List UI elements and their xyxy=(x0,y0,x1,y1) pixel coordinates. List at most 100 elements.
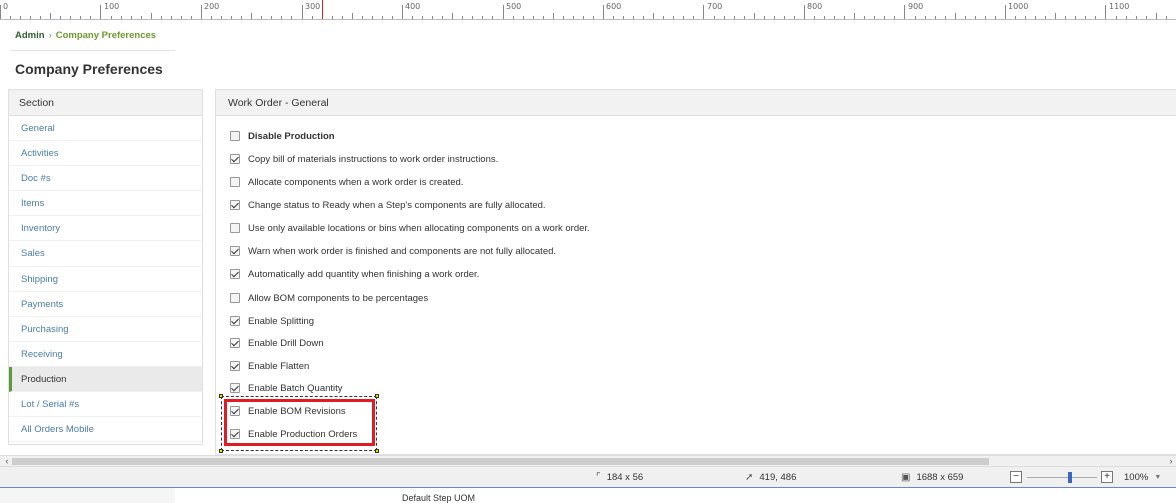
ruler-tick xyxy=(683,16,684,19)
ruler-tick xyxy=(462,16,463,19)
breadcrumb-home-link[interactable]: Admin xyxy=(15,30,45,41)
ruler-cursor-marker xyxy=(322,0,323,19)
ruler-tick xyxy=(1065,16,1066,19)
sidebar-header: Section xyxy=(9,90,202,116)
sidebar-item-production[interactable]: Production xyxy=(9,366,202,393)
ruler-tick xyxy=(362,16,363,19)
sidebar-item-items[interactable]: Items xyxy=(9,191,202,217)
zoom-out-button[interactable]: − xyxy=(1010,471,1022,483)
ruler-tick xyxy=(884,16,885,19)
ruler-tick xyxy=(181,16,182,19)
sidebar-item-inventory[interactable]: Inventory xyxy=(9,216,202,242)
option-row[interactable]: Change status to Ready when a Step's com… xyxy=(230,197,546,213)
option-row[interactable]: Enable Batch Quantity xyxy=(230,380,343,396)
ruler-tick xyxy=(894,16,895,19)
sidebar-item-activities[interactable]: Activities xyxy=(9,141,202,167)
ruler-tick xyxy=(844,16,845,19)
option-checkbox[interactable] xyxy=(230,154,240,164)
ruler-tick xyxy=(30,16,31,19)
option-row[interactable]: Allocate components when a work order is… xyxy=(230,174,463,190)
sidebar-item-sales[interactable]: Sales xyxy=(9,241,202,267)
breadcrumb: Admin › Company Preferences xyxy=(15,30,156,41)
option-checkbox[interactable] xyxy=(230,361,240,371)
option-row[interactable]: Allow BOM components to be percentages xyxy=(230,290,428,306)
ruler-tick xyxy=(904,5,905,19)
ruler-tick xyxy=(1045,16,1046,19)
option-row[interactable]: Warn when work order is finished and com… xyxy=(230,243,556,259)
sidebar-item-payments[interactable]: Payments xyxy=(9,292,202,317)
zoom-readout[interactable]: 100% ▼ xyxy=(1124,472,1161,483)
option-checkbox[interactable] xyxy=(230,293,240,303)
option-checkbox[interactable] xyxy=(230,177,240,187)
selection-size-icon: ⌜ xyxy=(596,472,601,483)
zoom-in-button[interactable]: + xyxy=(1101,471,1113,483)
resize-handle[interactable] xyxy=(219,449,223,453)
ruler-tick xyxy=(312,16,313,19)
option-label: Warn when work order is finished and com… xyxy=(248,245,557,257)
ruler-tick xyxy=(1085,16,1086,19)
ruler-tick xyxy=(703,5,704,19)
selection-size-value: 184 x 56 xyxy=(606,472,644,483)
sidebar-item-all-orders-mobile[interactable]: All Orders Mobile xyxy=(9,417,202,443)
sidebar-item-receiving[interactable]: Receiving xyxy=(9,342,202,367)
sidebar-item-purchasing[interactable]: Purchasing xyxy=(9,317,202,342)
option-checkbox[interactable] xyxy=(230,223,240,233)
option-checkbox[interactable] xyxy=(230,316,240,326)
resize-handle[interactable] xyxy=(375,394,379,398)
image-icon: ▣ xyxy=(901,472,911,483)
option-label: Use only available locations or bins whe… xyxy=(248,222,590,234)
option-checkbox[interactable] xyxy=(230,246,240,256)
ruler-tick xyxy=(663,16,664,19)
zoom-dropdown-icon[interactable]: ▼ xyxy=(1154,474,1161,481)
ruler-tick xyxy=(342,16,343,19)
breadcrumb-current[interactable]: Company Preferences xyxy=(56,30,156,41)
option-label: Enable Drill Down xyxy=(248,337,324,349)
sidebar-item-doc-s[interactable]: Doc #s xyxy=(9,166,202,192)
ruler-tick xyxy=(784,16,785,19)
option-row[interactable]: Copy bill of materials instructions to w… xyxy=(230,151,498,167)
option-row[interactable]: Automatically add quantity when finishin… xyxy=(230,266,479,282)
zoom-slider-track[interactable] xyxy=(1027,477,1097,478)
ruler-tick xyxy=(1015,16,1016,19)
ruler-tick xyxy=(764,16,765,19)
scrollbar-thumb[interactable] xyxy=(12,458,989,465)
ruler-tick xyxy=(523,16,524,19)
option-checkbox[interactable] xyxy=(230,383,240,393)
ruler-tick xyxy=(824,16,825,19)
zoom-slider-knob[interactable] xyxy=(1068,472,1072,483)
option-checkbox[interactable] xyxy=(230,338,240,348)
ruler-label: 0 xyxy=(3,2,9,11)
option-row[interactable]: Enable Drill Down xyxy=(230,335,324,351)
ruler-tick xyxy=(472,16,473,19)
option-row[interactable]: Enable Splitting xyxy=(230,313,314,329)
ruler-tick xyxy=(442,16,443,19)
option-checkbox[interactable] xyxy=(230,131,240,141)
sidebar-item-general[interactable]: General xyxy=(9,116,202,142)
ruler-tick xyxy=(201,5,202,19)
ruler-tick xyxy=(653,13,654,19)
option-checkbox[interactable] xyxy=(230,200,240,210)
ruler-tick xyxy=(774,16,775,19)
resize-handle[interactable] xyxy=(219,394,223,398)
horizontal-scrollbar[interactable]: ‹ › xyxy=(0,455,1176,466)
option-row[interactable]: Use only available locations or bins whe… xyxy=(230,220,590,236)
ruler-tick xyxy=(432,16,433,19)
ruler-tick xyxy=(583,16,584,19)
option-row[interactable]: Disable Production xyxy=(230,128,335,144)
ruler-tick xyxy=(714,16,715,19)
sidebar-item-shipping[interactable]: Shipping xyxy=(9,267,202,292)
option-row[interactable]: Enable Flatten xyxy=(230,358,309,374)
ruler-tick xyxy=(1105,5,1106,19)
highlight-box xyxy=(224,399,375,446)
ruler-tick xyxy=(332,16,333,19)
ruler-tick xyxy=(1035,16,1036,19)
ruler-tick xyxy=(111,16,112,19)
cursor-position-value: 419, 486 xyxy=(759,472,797,483)
ruler-tick xyxy=(1126,16,1127,19)
cursor-icon: ➚ xyxy=(745,472,754,483)
ruler-tick xyxy=(573,16,574,19)
ruler-tick xyxy=(0,5,1,19)
sidebar-item-lot-serial-s[interactable]: Lot / Serial #s xyxy=(9,392,202,418)
resize-handle[interactable] xyxy=(375,449,379,453)
option-checkbox[interactable] xyxy=(230,269,240,279)
